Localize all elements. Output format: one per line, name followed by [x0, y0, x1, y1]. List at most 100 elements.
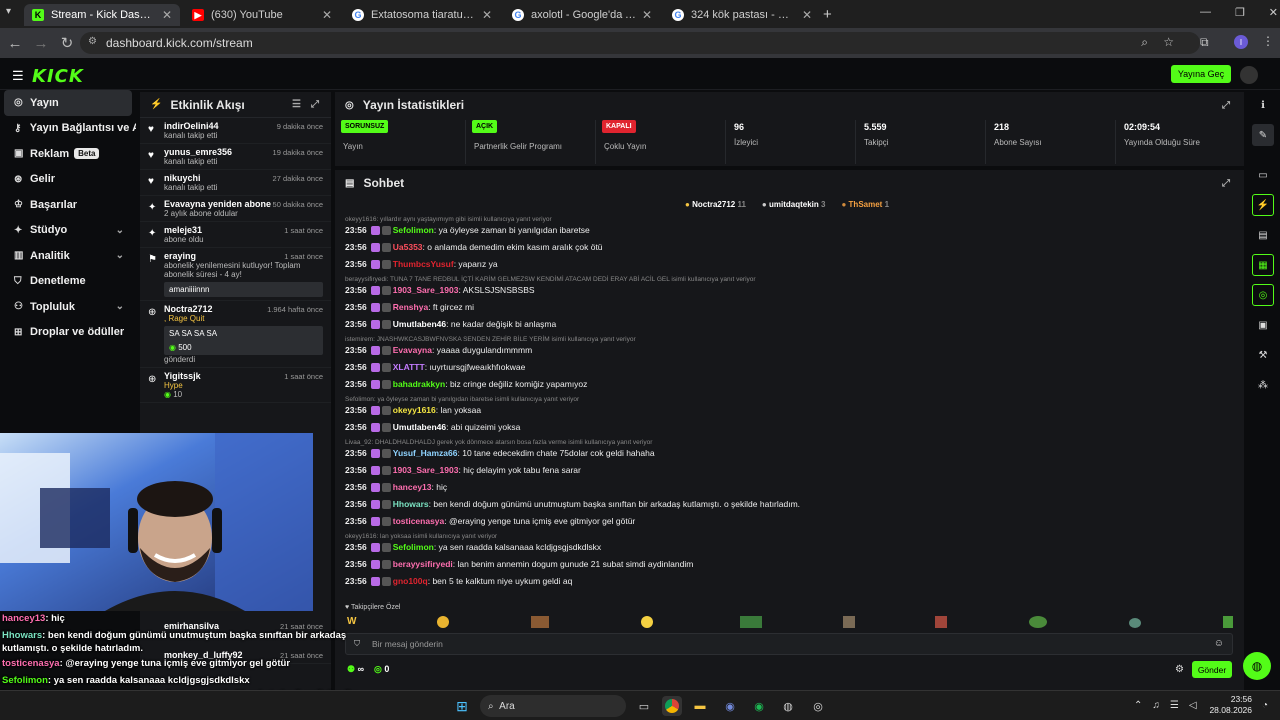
message-username[interactable]: Ua5353	[393, 242, 423, 252]
emote-icon[interactable]	[1223, 616, 1233, 628]
message-username[interactable]: Renshya	[393, 302, 428, 312]
tab-youtube[interactable]: ▶ (630) YouTube ✕	[184, 4, 340, 26]
chat-message[interactable]: 23:56 okeyy1616: lan yoksaa	[345, 405, 481, 416]
go-live-button[interactable]: Yayına Geç	[1171, 65, 1231, 83]
chat-message[interactable]: 23:56 Hhowars: ben kendi doğum günümü unu…	[345, 499, 800, 510]
shield-icon[interactable]: ⛉	[354, 639, 360, 649]
site-info-icon[interactable]: ⚙	[88, 36, 97, 47]
message-username[interactable]: Umutlaben46	[393, 319, 446, 329]
chat-message[interactable]: 23:56 bahadrakkyn: biz cringe değiliz kom…	[345, 379, 587, 390]
tab-google-1[interactable]: G Extatosoma tiaratum - Google'da ✕	[344, 4, 500, 26]
sidebar-item-studyo[interactable]: ✦ Stüdyo ⌄	[0, 218, 136, 244]
message-username[interactable]: 1903_Sare_1903	[393, 465, 459, 475]
wifi-icon[interactable]: ☰	[1170, 700, 1179, 711]
edit-icon[interactable]: ✎	[1252, 124, 1274, 146]
tab-search-icon[interactable]: ▾	[6, 6, 11, 17]
message-username[interactable]: gno100q	[393, 576, 428, 586]
notification-bell-icon[interactable]: ◔	[1262, 700, 1268, 711]
chat-message[interactable]: 23:56 Umutlaben46: ne kadar değişik bi an…	[345, 319, 556, 330]
filter-icon[interactable]: ☰	[292, 99, 301, 110]
chat-message[interactable]: 23:56 tosticenasya: @eraying yenge tuna i…	[345, 516, 635, 527]
chat-bubble-icon[interactable]: ▦	[1252, 254, 1274, 276]
message-username[interactable]: bahadrakkyn	[393, 379, 445, 389]
windows-start-icon[interactable]: ⊞	[452, 696, 472, 716]
maximize-icon[interactable]: ❐	[1235, 6, 1245, 19]
lightning-icon[interactable]: ⚡	[1252, 194, 1274, 216]
sidebar-item-yayin[interactable]: ◎ Yayın	[4, 90, 132, 116]
tab-kick-dashboard[interactable]: K Stream - Kick Dashboard ✕	[24, 4, 180, 26]
emoji-icon[interactable]: ☺	[1214, 638, 1224, 649]
close-tab-icon[interactable]: ✕	[642, 8, 652, 22]
url-field[interactable]: ⚙ dashboard.kick.com/stream ⌕ ☆	[80, 32, 1200, 54]
tray-overflow-icon[interactable]: ⌃	[1134, 700, 1142, 711]
zoom-search-icon[interactable]: ⌕	[1141, 35, 1148, 50]
new-tab-icon[interactable]: +	[823, 6, 832, 23]
emote-icon[interactable]	[935, 616, 947, 628]
microphone-icon[interactable]: ♫	[1152, 700, 1160, 711]
browser-menu-icon[interactable]: ⋮	[1262, 34, 1274, 48]
emote-icon[interactable]	[1129, 618, 1141, 628]
message-username[interactable]: ThumbcsYusuf	[393, 259, 454, 269]
forward-icon[interactable]: →	[28, 35, 54, 52]
steam-icon[interactable]: ◍	[778, 696, 798, 716]
close-tab-icon[interactable]: ✕	[482, 8, 492, 22]
chat-message[interactable]: 23:56 Sefolimon: ya öyleyse zaman bi yanı…	[345, 225, 590, 236]
chat-message[interactable]: 23:56 berayysifiryedi: lan benim annemin …	[345, 559, 693, 570]
help-chat-icon[interactable]: ◍	[1243, 652, 1271, 680]
back-icon[interactable]: ←	[2, 35, 28, 52]
taskbar-clock[interactable]: 23:56 28.08.2026	[1206, 694, 1252, 716]
file-explorer-icon[interactable]: ▬	[690, 696, 710, 716]
emote-icon[interactable]	[641, 616, 653, 628]
popout-icon[interactable]: ⤢	[311, 99, 319, 110]
spotify-icon[interactable]: ◉	[749, 696, 769, 716]
chat-message[interactable]: 23:56 ThumbcsYusuf: yaparız ya	[345, 259, 498, 270]
obs-icon[interactable]: ◎	[808, 696, 828, 716]
profile-avatar[interactable]: I	[1234, 35, 1248, 49]
reload-icon[interactable]: ↻	[54, 34, 80, 52]
volume-icon[interactable]: ◁	[1189, 700, 1197, 711]
sidebar-item-denetleme[interactable]: ⛉ Denetleme	[0, 269, 136, 295]
taskbar-search[interactable]: ⌕ Ara	[480, 695, 626, 717]
chat-message[interactable]: 23:56 Evavayna: yaaaa duygulandımmmm	[345, 345, 532, 356]
hamburger-menu-icon[interactable]: ☰	[12, 68, 24, 84]
tab-google-3[interactable]: G 324 kök pastası - Google'da Ara ✕	[664, 4, 820, 26]
kick-logo[interactable]: KICK	[32, 66, 84, 87]
chat-message[interactable]: 23:56 Umutlaben46: abi quizeimi yoksa	[345, 422, 520, 433]
info-icon[interactable]: ℹ	[1252, 94, 1274, 116]
chat-message[interactable]: 23:56 Sefolimon: ya sen raadda kalsanaaa …	[345, 542, 601, 553]
message-username[interactable]: XLATTT	[393, 362, 425, 372]
emote-icon[interactable]	[843, 616, 855, 628]
wrench-icon[interactable]: ⚒	[1252, 344, 1274, 366]
chat-message[interactable]: 23:56 gno100q: ben 5 te kalktum niye uyku…	[345, 576, 572, 587]
tab-google-2[interactable]: G axolotl - Google'da Ara ✕	[504, 4, 660, 26]
message-username[interactable]: berayysifiryedi	[393, 559, 453, 569]
sidebar-item-droplar[interactable]: ⊞ Droplar ve ödüller	[0, 320, 136, 346]
emote-icon[interactable]	[531, 616, 549, 628]
message-username[interactable]: Yusuf_Hamza66	[393, 448, 458, 458]
message-username[interactable]: 1903_Sare_1903	[393, 285, 459, 295]
close-tab-icon[interactable]: ✕	[802, 8, 812, 22]
send-button[interactable]: Gönder	[1192, 661, 1232, 678]
chat-message[interactable]: 23:56 1903_Sare_1903: hiç delayim yok tab…	[345, 465, 581, 476]
sidebar-item-analitik[interactable]: ▥ Analitik ⌄	[0, 243, 136, 269]
message-username[interactable]: hancey13	[393, 482, 432, 492]
chat-input[interactable]: ⛉ Bir mesaj gönderin ☺	[345, 633, 1233, 655]
emote-icon[interactable]: W	[347, 616, 356, 627]
sidebar-item-basarilar[interactable]: ♔ Başarılar	[0, 192, 136, 218]
message-username[interactable]: Hhowars	[393, 499, 429, 509]
message-username[interactable]: Umutlaben46	[393, 422, 446, 432]
chat-message[interactable]: 23:56 Ua5353: o anlamda demedim ekim kası…	[345, 242, 603, 253]
user-avatar[interactable]	[1240, 66, 1258, 84]
chat-message[interactable]: 23:56 1903_Sare_1903: AKSLSJSNSBSBS	[345, 285, 535, 296]
chat-message[interactable]: 23:56 XLATTT: ıuyrtıursgjfweaıkhfıokwae	[345, 362, 525, 373]
stream-preview-icon[interactable]: ▭	[1252, 164, 1274, 186]
message-username[interactable]: tosticenasya	[393, 516, 445, 526]
shop-icon[interactable]: ▣	[1252, 314, 1274, 336]
emote-icon[interactable]	[740, 616, 762, 628]
sidebar-item-stream-key[interactable]: ⚷ Yayın Bağlantısı ve Anahtarı	[0, 116, 136, 142]
emote-icon[interactable]	[1029, 616, 1047, 628]
emote-icon[interactable]	[437, 616, 449, 628]
bookmark-star-icon[interactable]: ☆	[1163, 35, 1174, 49]
minimize-icon[interactable]: —	[1200, 6, 1211, 19]
close-tab-icon[interactable]: ✕	[322, 8, 332, 22]
